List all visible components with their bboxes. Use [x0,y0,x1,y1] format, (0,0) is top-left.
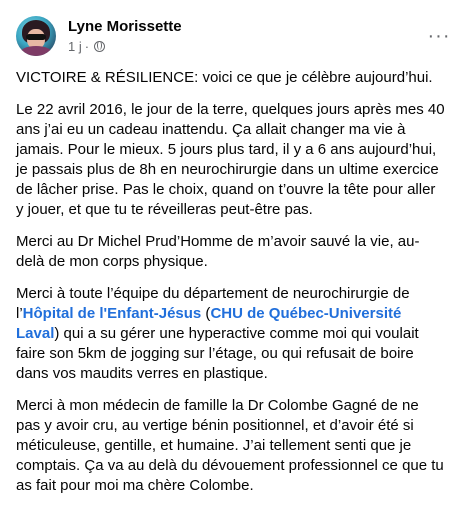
post-subline: 1 j · [68,38,182,56]
avatar-glasses [26,34,46,40]
globe-icon[interactable] [94,41,106,52]
paragraph-text: ) qui a su gérer une hyperactive comme m… [16,325,419,382]
avatar-shirt [20,46,52,56]
post-paragraph: Le 22 avril 2016, le jour de la terre, q… [16,101,445,218]
post-timestamp[interactable]: 1 j [68,38,82,56]
post-paragraph: Merci à mon médecin de famille la Dr Col… [16,397,444,494]
post-paragraph: VICTOIRE & RÉSILIENCE: voici ce que je c… [16,69,433,86]
facebook-post: Lyne Morissette 1 j · ··· VICTOIRE & RÉS… [0,0,469,494]
post-paragraph: Merci à toute l’équipe du département de… [16,284,446,384]
post-header: Lyne Morissette 1 j · [16,14,182,58]
more-options-icon[interactable]: ··· [425,26,453,46]
post-paragraph: Merci au Dr Michel Prud’Homme de m’avoir… [16,233,420,270]
avatar[interactable] [16,16,56,56]
separator-dot: · [84,38,90,54]
link-hopital-enfant-jesus[interactable]: Hôpital de l'Enfant-Jésus [23,305,202,322]
author-name[interactable]: Lyne Morissette [68,17,182,36]
post-meta: Lyne Morissette 1 j · [68,17,182,56]
post-body: VICTOIRE & RÉSILIENCE: voici ce que je c… [16,68,446,508]
